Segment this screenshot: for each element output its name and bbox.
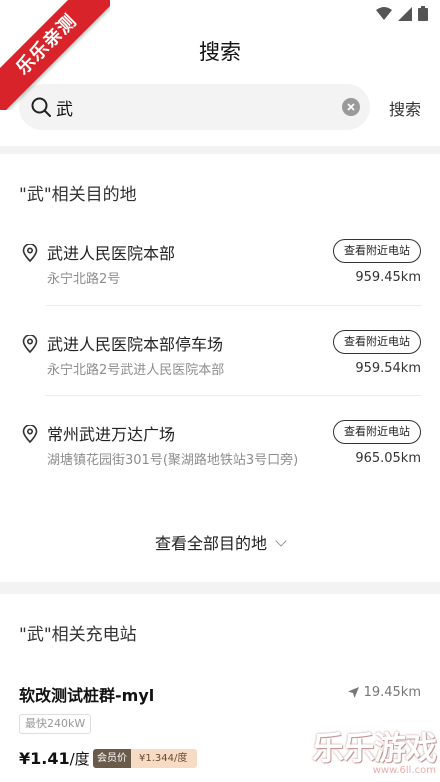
location-pin-icon [22,335,38,353]
destination-item[interactable]: 武进人民医院本部 永宁北路2号 查看附近电站 959.45km [19,239,421,300]
location-pin-icon [22,425,38,443]
station-distance: 19.45km [347,685,421,700]
station-price: ¥1.41/度 [19,748,90,769]
corner-badge: 乐乐亲测 [0,0,110,110]
clear-icon[interactable] [342,98,360,116]
destination-name: 常州武进万达广场 [47,425,176,444]
battery-icon [418,6,428,21]
destination-item[interactable]: 常州武进万达广场 湖塘镇花园街301号(聚湖路地铁站3号口旁) 查看附近电站 9… [19,420,421,501]
destination-distance: 959.45km [355,270,421,285]
corner-badge-text: 乐乐亲测 [0,0,110,110]
destination-address: 湖塘镇花园街301号(聚湖路地铁站3号口旁) [47,453,299,468]
view-nearby-stations-button[interactable]: 查看附近电站 [333,239,421,263]
wifi-icon [376,6,392,20]
chevron-down-icon [275,535,287,547]
destination-distance: 965.05km [355,451,421,466]
destination-name: 武进人民医院本部停车场 [47,335,224,354]
price-unit: /度 [69,750,90,768]
divider [46,395,421,396]
member-price: ¥1.344/度 [131,749,198,768]
destination-address: 永宁北路2号武进人民医院本部 [47,363,225,378]
stations-section-title: "武"相关充电站 [19,625,137,645]
station-name[interactable]: 软改测试桩群-myl [19,682,154,706]
divider [46,305,421,306]
view-all-destinations-button[interactable]: 查看全部目的地 [0,530,440,554]
destination-distance: 959.54km [355,361,421,376]
watermark: 乐乐游戏 www.6ll.com [311,723,437,776]
view-nearby-stations-button[interactable]: 查看附近电站 [333,420,421,444]
destination-name: 武进人民医院本部 [47,244,176,263]
price-value: ¥1.41 [19,749,70,768]
destinations-section-title: "武"相关目的地 [19,185,137,205]
station-distance-value: 19.45km [363,685,421,700]
location-pin-icon [22,244,38,262]
speed-tag: 最快240kW [19,714,92,734]
view-all-label: 查看全部目的地 [154,534,267,553]
search-button[interactable]: 搜索 [389,96,421,120]
destinations-card: "武"相关目的地 武进人民医院本部 永宁北路2号 查看附近电站 959.45km… [0,154,440,582]
watermark-text: 乐乐游戏 [311,729,437,767]
signal-icon [398,6,412,21]
navigation-arrow-icon [347,687,359,698]
destination-address: 永宁北路2号 [47,272,121,287]
member-price-tag: 会员价 ¥1.344/度 [93,749,198,768]
status-icons [376,6,428,21]
view-nearby-stations-button[interactable]: 查看附近电站 [333,330,421,354]
member-label: 会员价 [93,749,131,768]
destination-item[interactable]: 武进人民医院本部停车场 永宁北路2号武进人民医院本部 查看附近电站 959.54… [19,330,421,391]
